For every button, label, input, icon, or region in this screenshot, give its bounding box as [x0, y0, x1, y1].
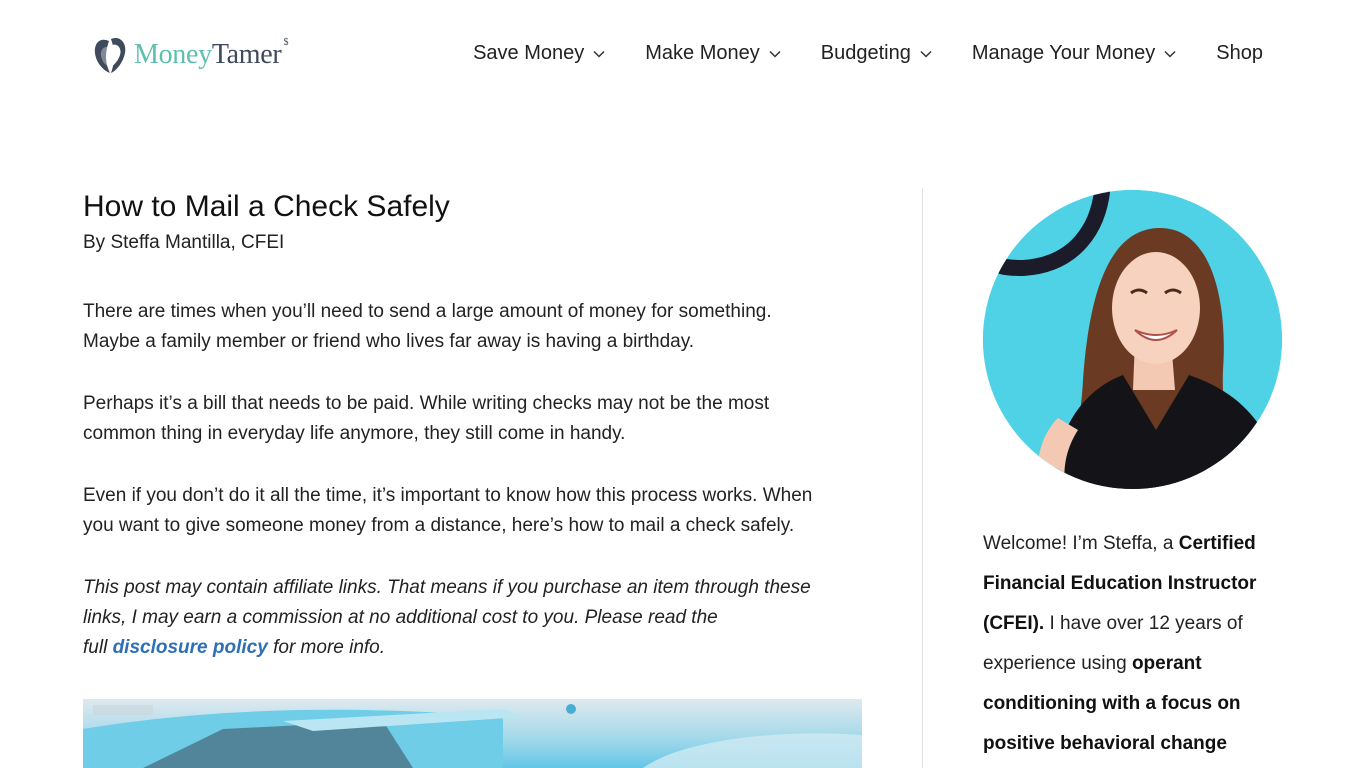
nav-label: Make Money	[645, 42, 760, 64]
article-byline: By Steffa Mantilla, CFEI	[83, 232, 285, 253]
disclosure-policy-link[interactable]: disclosure policy	[113, 637, 268, 658]
chevron-down-icon	[769, 50, 781, 58]
author-avatar	[983, 190, 1282, 489]
article: How to Mail a Check Safely By Steffa Man…	[83, 188, 873, 663]
paragraph-line: There are times when you’ll need to send…	[83, 301, 772, 322]
chevron-down-icon	[593, 50, 605, 58]
nav-label: Save Money	[473, 42, 585, 64]
author-photo	[983, 190, 1282, 489]
article-paragraph: There are times when you’ll need to send…	[83, 297, 873, 357]
article-paragraph: Perhaps it’s a bill that needs to be pai…	[83, 389, 873, 449]
paragraph-line: links, I may earn a commission at no add…	[83, 607, 718, 628]
sidebar-divider	[922, 188, 923, 768]
site-logo[interactable]: MoneyTamer $	[92, 34, 288, 76]
paragraph-line: Perhaps it’s a bill that needs to be pai…	[83, 393, 770, 414]
article-paragraph: Even if you don’t do it all the time, it…	[83, 481, 873, 541]
paragraph-text: for more info.	[273, 637, 386, 658]
paragraph-line: common thing in everyday life anymore, t…	[83, 423, 626, 444]
chevron-down-icon	[1164, 50, 1176, 58]
paragraph-line: Even if you don’t do it all the time, it…	[83, 485, 813, 506]
paragraph-line: Maybe a family member or friend who live…	[83, 331, 695, 352]
main-nav: Save Money Make Money Budgeting Manage Y…	[473, 42, 1263, 65]
article-title: How to Mail a Check Safely	[83, 190, 450, 223]
logo-text: MoneyTamer $	[134, 37, 289, 70]
paragraph-line: This post may contain affiliate links. T…	[83, 577, 811, 598]
paragraph-text: full	[83, 637, 108, 658]
nav-item-budgeting[interactable]: Budgeting	[821, 42, 932, 65]
author-bio: Welcome! I’m Steffa, a Certified Financi…	[983, 524, 1283, 764]
nav-item-make-money[interactable]: Make Money	[645, 42, 781, 65]
paragraph-line: you want to give someone money from a di…	[83, 515, 795, 536]
nav-label: Shop	[1216, 42, 1263, 64]
nav-item-manage-your-money[interactable]: Manage Your Money	[972, 42, 1176, 65]
mailbox-photo	[83, 704, 862, 768]
affiliate-disclosure: This post may contain affiliate links. T…	[83, 573, 873, 663]
chevron-down-icon	[920, 50, 932, 58]
bio-text: Welcome! I’m Steffa, a	[983, 533, 1179, 554]
article-hero-image	[83, 699, 862, 768]
nav-label: Budgeting	[820, 42, 911, 64]
nav-item-save-money[interactable]: Save Money	[473, 42, 605, 65]
nav-item-shop[interactable]: Shop	[1216, 42, 1263, 65]
nav-label: Manage Your Money	[971, 42, 1156, 64]
butterfly-logo-icon	[94, 37, 126, 73]
